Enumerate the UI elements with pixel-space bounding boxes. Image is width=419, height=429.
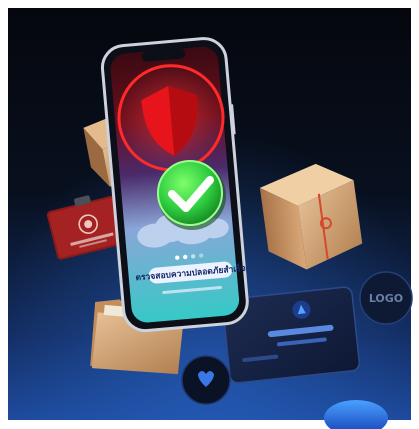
badge-logo-text: LOGO — [369, 292, 403, 305]
security-illustration: LOGO ตรวจสอบความปลอดภัยสำเร็จ — [0, 0, 419, 429]
check-circle — [157, 160, 223, 226]
round-badge-bottom — [181, 355, 231, 405]
round-badge-right: LOGO — [359, 271, 413, 325]
